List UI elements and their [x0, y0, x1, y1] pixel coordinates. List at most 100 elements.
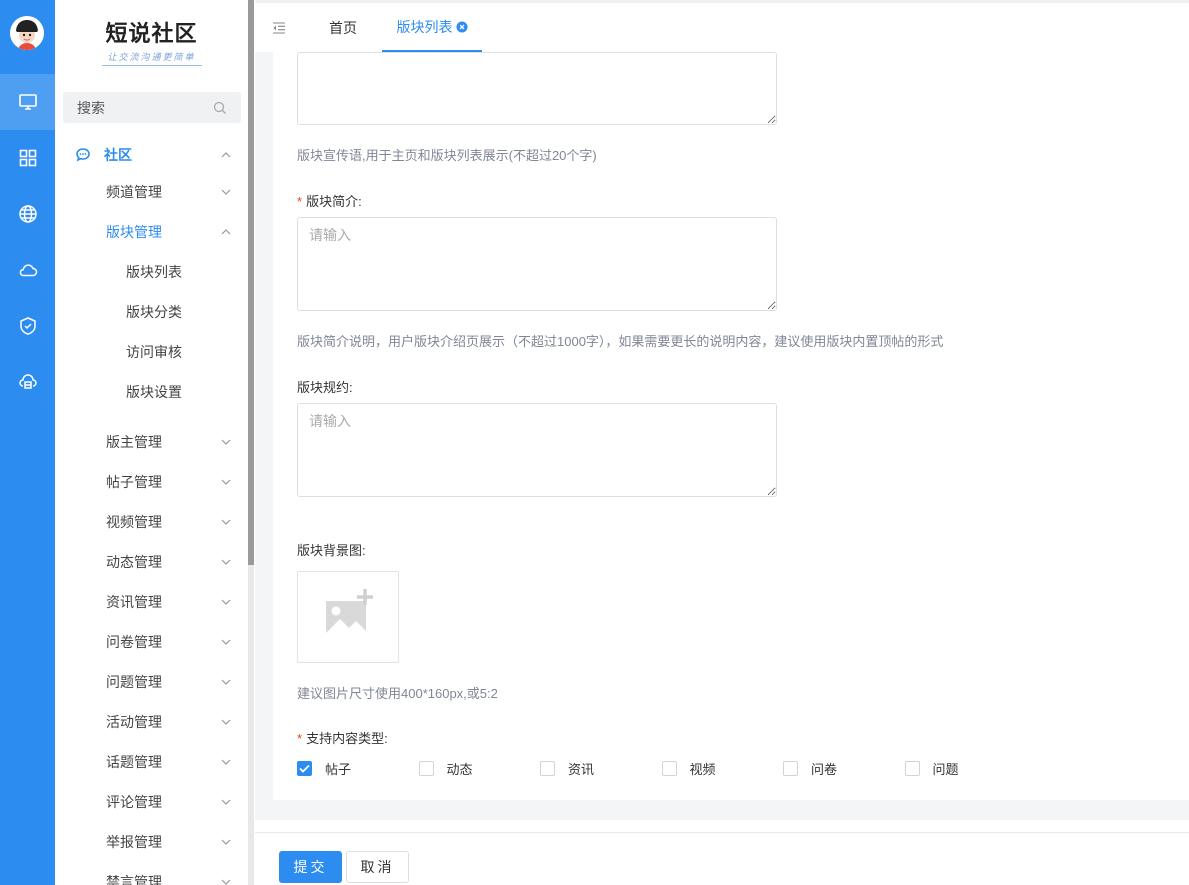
logo-subtitle: 让交流沟通更简单	[107, 52, 196, 62]
menu-channel-mgmt[interactable]: 频道管理	[55, 172, 248, 212]
chevron-down-icon	[221, 479, 231, 485]
checkbox-box[interactable]	[297, 761, 312, 776]
tab-home[interactable]: 首页	[329, 3, 357, 52]
check-icon	[299, 764, 310, 773]
menu-item-label: 评论管理	[106, 794, 162, 810]
collapse-menu-icon[interactable]	[272, 3, 286, 52]
tab-bar: 首页 版块列表	[255, 0, 1189, 52]
menu-board-settings[interactable]: 版块设置	[55, 372, 248, 412]
icon-rail	[0, 0, 55, 885]
chevron-down-icon	[221, 679, 231, 685]
rules-textarea[interactable]	[297, 403, 777, 497]
checkbox-box[interactable]	[783, 761, 798, 776]
intro-label-text: 版块简介:	[306, 194, 362, 209]
checkbox-box[interactable]	[904, 761, 920, 776]
menu-item[interactable]: 话题管理	[55, 742, 248, 782]
checkbox-label: 问卷	[811, 762, 838, 777]
menu-scrollbar-thumb[interactable]	[248, 0, 254, 565]
logo: 短说社区 让交流沟通更简单	[55, 16, 248, 66]
close-tab-icon[interactable]	[456, 21, 468, 33]
submit-button[interactable]: 提交	[279, 851, 342, 883]
slogan-hint: 版块宣传语,用于主页和版块列表展示(不超过20个字)	[297, 148, 597, 163]
cancel-button[interactable]: 取消	[346, 851, 409, 883]
menu-board-settings-label: 版块设置	[126, 384, 182, 400]
menu-scrollbar-track[interactable]	[248, 565, 254, 885]
menu-item[interactable]: 版主管理	[55, 422, 248, 462]
menu-item[interactable]: 资讯管理	[55, 582, 248, 622]
checkbox-box[interactable]	[661, 761, 677, 776]
intro-textarea[interactable]	[297, 217, 777, 311]
menu-search[interactable]	[63, 92, 241, 123]
chevron-down-icon	[221, 599, 231, 605]
menu-item[interactable]: 禁言管理	[55, 862, 248, 885]
menu-item-label: 资讯管理	[106, 594, 162, 610]
tab-home-label: 首页	[329, 19, 357, 36]
chevron-down-icon	[221, 519, 231, 525]
rail-monitor-icon[interactable]	[0, 74, 55, 130]
add-image-icon	[326, 589, 373, 637]
rail-grid-icon[interactable]	[0, 130, 55, 186]
menu-item-label: 活动管理	[106, 714, 162, 730]
chat-icon	[76, 148, 90, 162]
content-type-checkbox[interactable]: 资讯	[540, 759, 594, 778]
menu-board-category[interactable]: 版块分类	[55, 292, 248, 332]
menu-item-label: 动态管理	[106, 554, 162, 570]
tab-board-list[interactable]: 版块列表	[382, 3, 482, 52]
menu-item[interactable]: 举报管理	[55, 822, 248, 862]
menu-item[interactable]: 问卷管理	[55, 622, 248, 662]
chevron-down-icon	[221, 639, 231, 645]
bg-image-label: 版块背景图:	[297, 543, 366, 558]
rail-cloud-server-icon[interactable]	[0, 354, 55, 410]
checkbox-label: 视频	[689, 762, 716, 777]
menu-item-label: 视频管理	[106, 514, 162, 530]
checkbox-box[interactable]	[540, 761, 555, 776]
menu-item[interactable]: 问题管理	[55, 662, 248, 702]
checkbox-box[interactable]	[418, 761, 434, 776]
menu-board-category-label: 版块分类	[126, 304, 182, 320]
menu-item-label: 禁言管理	[106, 874, 162, 885]
content-types-label-text: 支持内容类型:	[306, 731, 388, 746]
menu-item[interactable]: 评论管理	[55, 782, 248, 822]
menu-access-review-label: 访问审核	[126, 344, 182, 360]
chevron-down-icon	[221, 879, 231, 885]
rail-globe-icon[interactable]	[0, 186, 55, 242]
chevron-down-icon	[221, 839, 231, 845]
chevron-down-icon	[221, 439, 231, 445]
content-type-checkbox[interactable]: 帖子	[297, 759, 351, 778]
form-footer: 提交 取消	[255, 832, 1189, 885]
chevron-down-icon	[221, 799, 231, 805]
menu-item[interactable]: 视频管理	[55, 502, 248, 542]
content-type-checkbox[interactable]: 问卷	[783, 759, 837, 778]
menu-access-review[interactable]: 访问审核	[55, 332, 248, 372]
checkbox-label: 问题	[932, 762, 959, 777]
chevron-down-icon	[221, 759, 231, 765]
rail-shield-icon[interactable]	[0, 298, 55, 354]
image-upload[interactable]	[297, 571, 399, 663]
menu-item-label: 话题管理	[106, 754, 162, 770]
menu-board-list[interactable]: 版块列表	[55, 252, 248, 292]
menu-item[interactable]: 动态管理	[55, 542, 248, 582]
chevron-down-icon	[221, 719, 231, 725]
slogan-textarea[interactable]	[297, 52, 777, 125]
user-avatar[interactable]	[10, 16, 44, 50]
content-type-checkbox[interactable]: 动态	[418, 759, 473, 778]
content-type-checkbox[interactable]: 问题	[904, 759, 959, 778]
menu-item-label: 举报管理	[106, 834, 162, 850]
menu-item[interactable]: 活动管理	[55, 702, 248, 742]
search-icon[interactable]	[213, 101, 227, 115]
chevron-up-icon	[221, 229, 231, 235]
tab-board-list-label: 版块列表	[396, 18, 453, 35]
menu-community[interactable]: 社区	[55, 135, 248, 175]
menu-item[interactable]: 帖子管理	[55, 462, 248, 502]
menu-community-label: 社区	[104, 147, 132, 163]
content-type-checkbox[interactable]: 视频	[661, 759, 716, 778]
content-types-label: * 支持内容类型:	[297, 728, 388, 747]
logo-underline	[101, 65, 202, 66]
menu-item-label: 版主管理	[106, 434, 162, 450]
rules-label: 版块规约:	[297, 380, 353, 395]
search-input[interactable]	[77, 99, 197, 116]
menu-board-mgmt[interactable]: 版块管理	[55, 212, 248, 252]
required-mark: *	[297, 194, 303, 209]
rail-cloud-icon[interactable]	[0, 242, 55, 298]
menu-board-list-label: 版块列表	[126, 264, 182, 280]
